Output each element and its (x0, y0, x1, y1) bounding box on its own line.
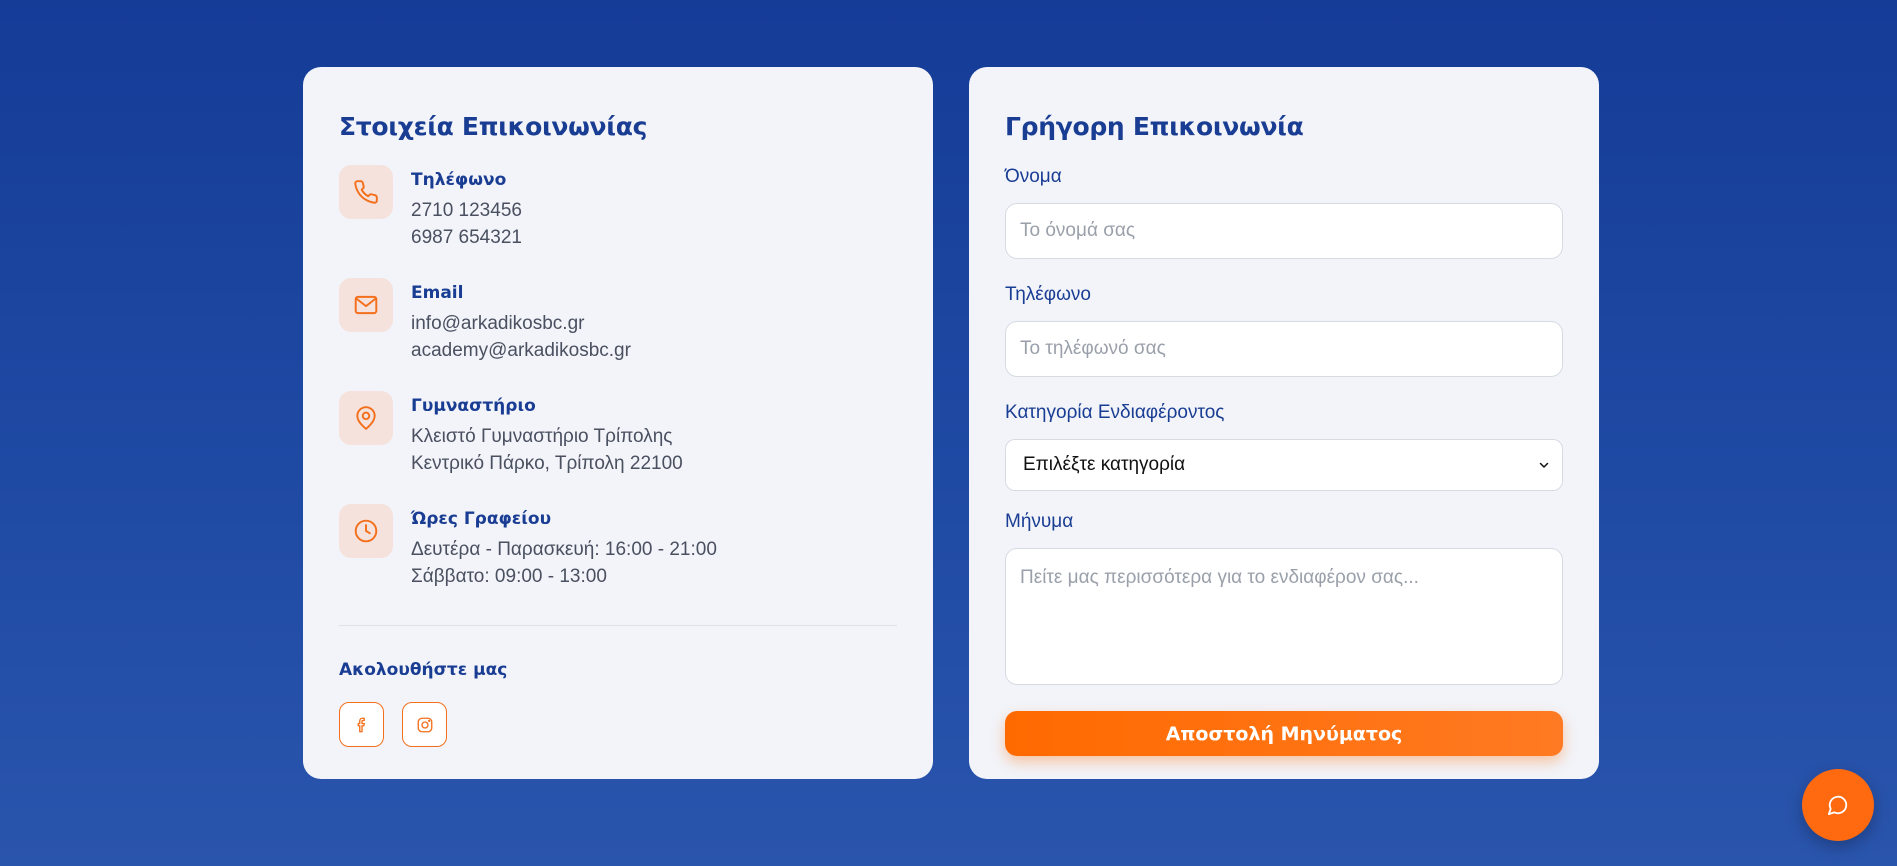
message-textarea[interactable]: Πείτε μας περισσότερα για το ενδιαφέρον … (1005, 548, 1563, 685)
phone-number: 2710 123456 (411, 200, 522, 221)
phone-label: Τηλέφωνο (1005, 284, 1091, 305)
contact-info-list: Τηλέφωνο 2710 123456 6987 654321 Email i… (339, 165, 897, 617)
follow-us-title: Ακολουθήστε μας (339, 660, 508, 680)
social-links (339, 702, 897, 747)
hours-line: Σάββατο: 09:00 - 13:00 (411, 566, 607, 587)
category-label: Κατηγορία Ενδιαφέροντος (1005, 402, 1225, 423)
map-pin-icon (339, 391, 393, 445)
info-label-gym: Γυμναστήριο (411, 396, 536, 416)
category-selected-value: Επιλέξτε κατηγορία (1023, 454, 1186, 475)
address-line: Κεντρικό Πάρκο, Τρίπολη 22100 (411, 453, 683, 474)
category-group: Κατηγορία Ενδιαφέροντος Επιλέξτε κατηγορ… (1005, 399, 1563, 491)
name-input[interactable]: Το όνομά σας (1005, 203, 1563, 259)
phone-number: 6987 654321 (411, 227, 522, 248)
clock-icon (339, 504, 393, 558)
email-address: academy@arkadikosbc.gr (411, 340, 631, 361)
name-group: Όνομα Το όνομά σας (1005, 163, 1563, 259)
send-message-button[interactable]: Αποστολή Μηνύματος (1005, 711, 1563, 756)
message-label: Μήνυμα (1005, 511, 1074, 532)
chat-bubble-icon (1827, 795, 1848, 816)
chevron-down-icon (1539, 462, 1549, 468)
contact-info-card: Στοιχεία Επικοινωνίας Τηλέφωνο 2710 1234… (303, 67, 933, 779)
instagram-icon (417, 717, 432, 732)
quick-contact-title: Γρήγορη Επικοινωνία (1005, 112, 1304, 141)
facebook-button[interactable] (339, 702, 384, 747)
quick-contact-card: Γρήγορη Επικοινωνία Όνομα Το όνομά σας Τ… (969, 67, 1599, 779)
instagram-button[interactable] (402, 702, 447, 747)
info-label-email: Email (411, 283, 464, 303)
info-item-hours: Ώρες Γραφείου Δευτέρα - Παρασκευή: 16:00… (339, 504, 897, 617)
category-select[interactable]: Επιλέξτε κατηγορία (1005, 439, 1563, 491)
hours-line: Δευτέρα - Παρασκευή: 16:00 - 21:00 (411, 539, 717, 560)
name-label: Όνομα (1005, 166, 1062, 187)
mail-icon (339, 278, 393, 332)
info-item-gym: Γυμναστήριο Κλειστό Γυμναστήριο Τρίπολης… (339, 391, 897, 504)
address-line: Κλειστό Γυμναστήριο Τρίπολης (411, 426, 673, 447)
facebook-icon (357, 717, 365, 732)
info-item-phone: Τηλέφωνο 2710 123456 6987 654321 (339, 165, 897, 278)
contact-info-title: Στοιχεία Επικοινωνίας (339, 112, 648, 141)
chat-button[interactable] (1802, 769, 1874, 841)
phone-group: Τηλέφωνο Το τηλέφωνό σας (1005, 281, 1563, 377)
info-item-email: Email info@arkadikosbc.gr academy@arkadi… (339, 278, 897, 391)
phone-input[interactable]: Το τηλέφωνό σας (1005, 321, 1563, 377)
email-address: info@arkadikosbc.gr (411, 313, 585, 334)
info-label-phone: Τηλέφωνο (411, 170, 507, 190)
message-group: Μήνυμα Πείτε μας περισσότερα για το ενδι… (1005, 508, 1563, 685)
divider (339, 625, 897, 626)
info-label-hours: Ώρες Γραφείου (411, 509, 552, 529)
phone-icon (339, 165, 393, 219)
